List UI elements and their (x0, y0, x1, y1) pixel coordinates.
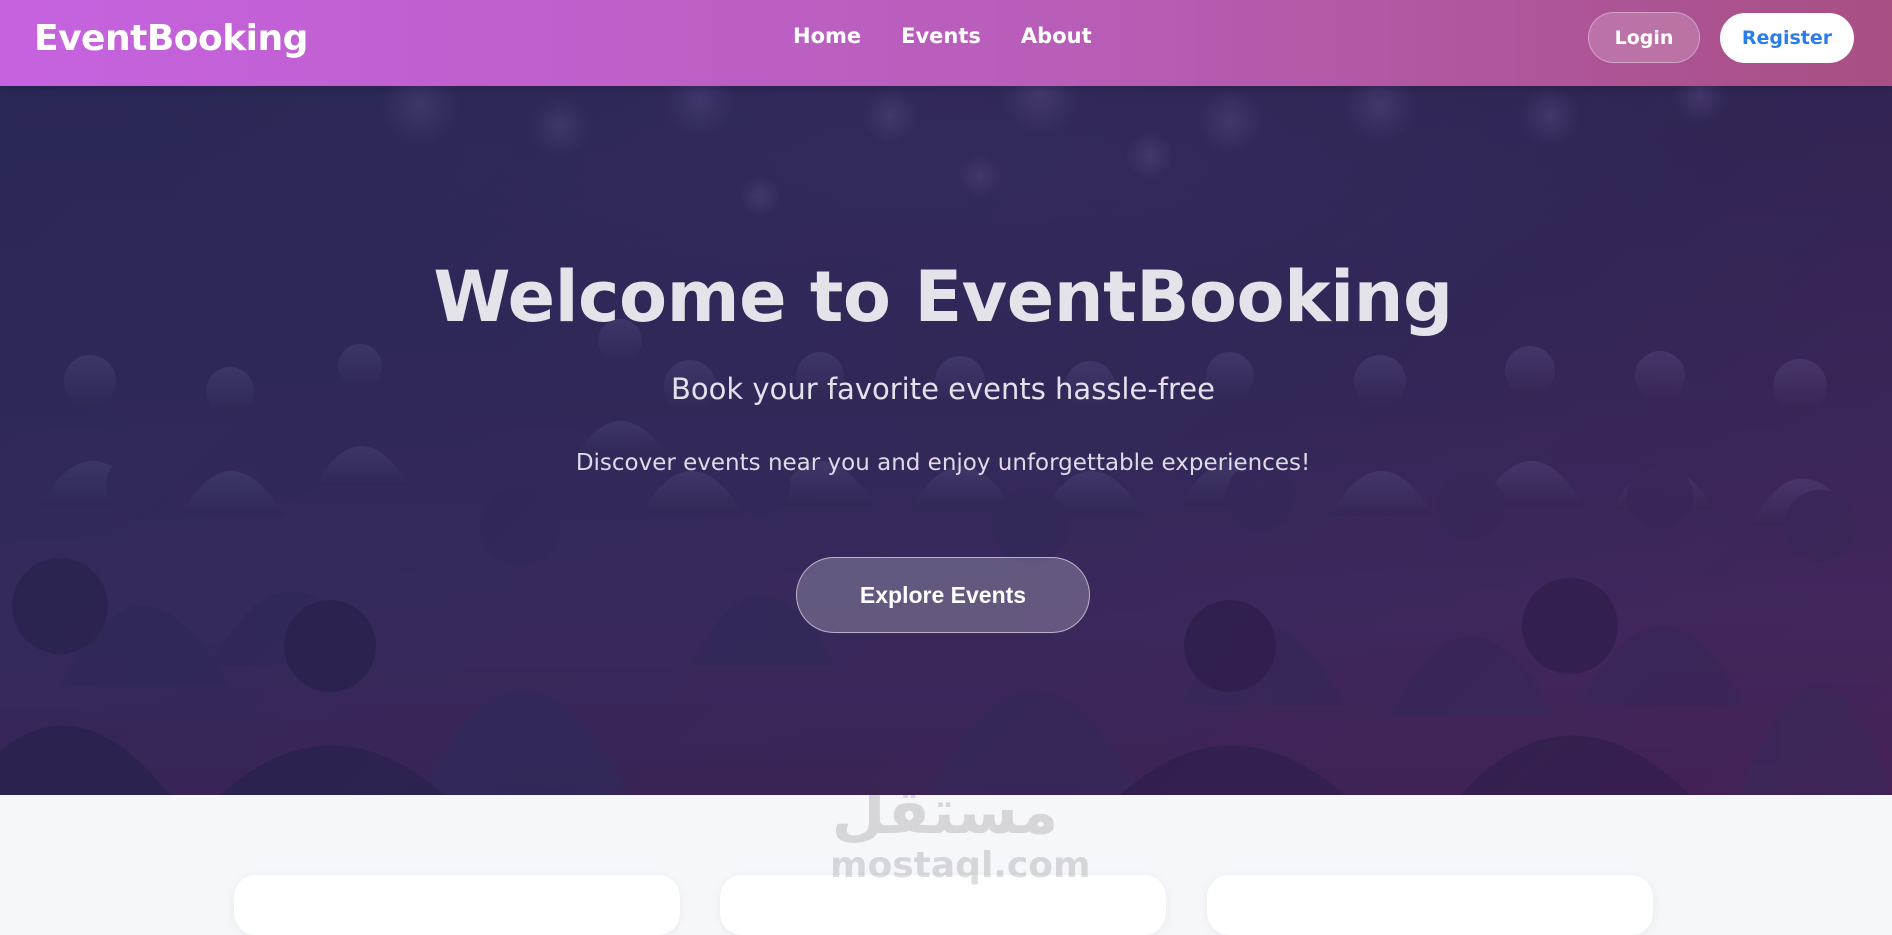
nav-links: Home Events About (793, 24, 1092, 48)
brand-logo[interactable]: EventBooking (34, 18, 308, 59)
nav-link-events[interactable]: Events (901, 24, 981, 48)
event-card[interactable] (1207, 875, 1653, 935)
login-button[interactable]: Login (1588, 12, 1700, 63)
event-card[interactable] (720, 875, 1166, 935)
hero-overlay (0, 86, 1892, 795)
register-button[interactable]: Register (1720, 13, 1854, 63)
events-section (0, 795, 1892, 935)
hero-subtitle: Book your favorite events hassle-free (671, 372, 1215, 406)
hero-title: Welcome to EventBooking (433, 256, 1453, 338)
navbar: EventBooking Home Events About Login Reg… (0, 0, 1892, 86)
nav-link-home[interactable]: Home (793, 24, 861, 48)
explore-events-button[interactable]: Explore Events (796, 557, 1090, 633)
hero-section: Welcome to EventBooking Book your favori… (0, 86, 1892, 795)
event-card[interactable] (234, 875, 680, 935)
nav-link-about[interactable]: About (1021, 24, 1092, 48)
hero-description: Discover events near you and enjoy unfor… (575, 450, 1311, 476)
